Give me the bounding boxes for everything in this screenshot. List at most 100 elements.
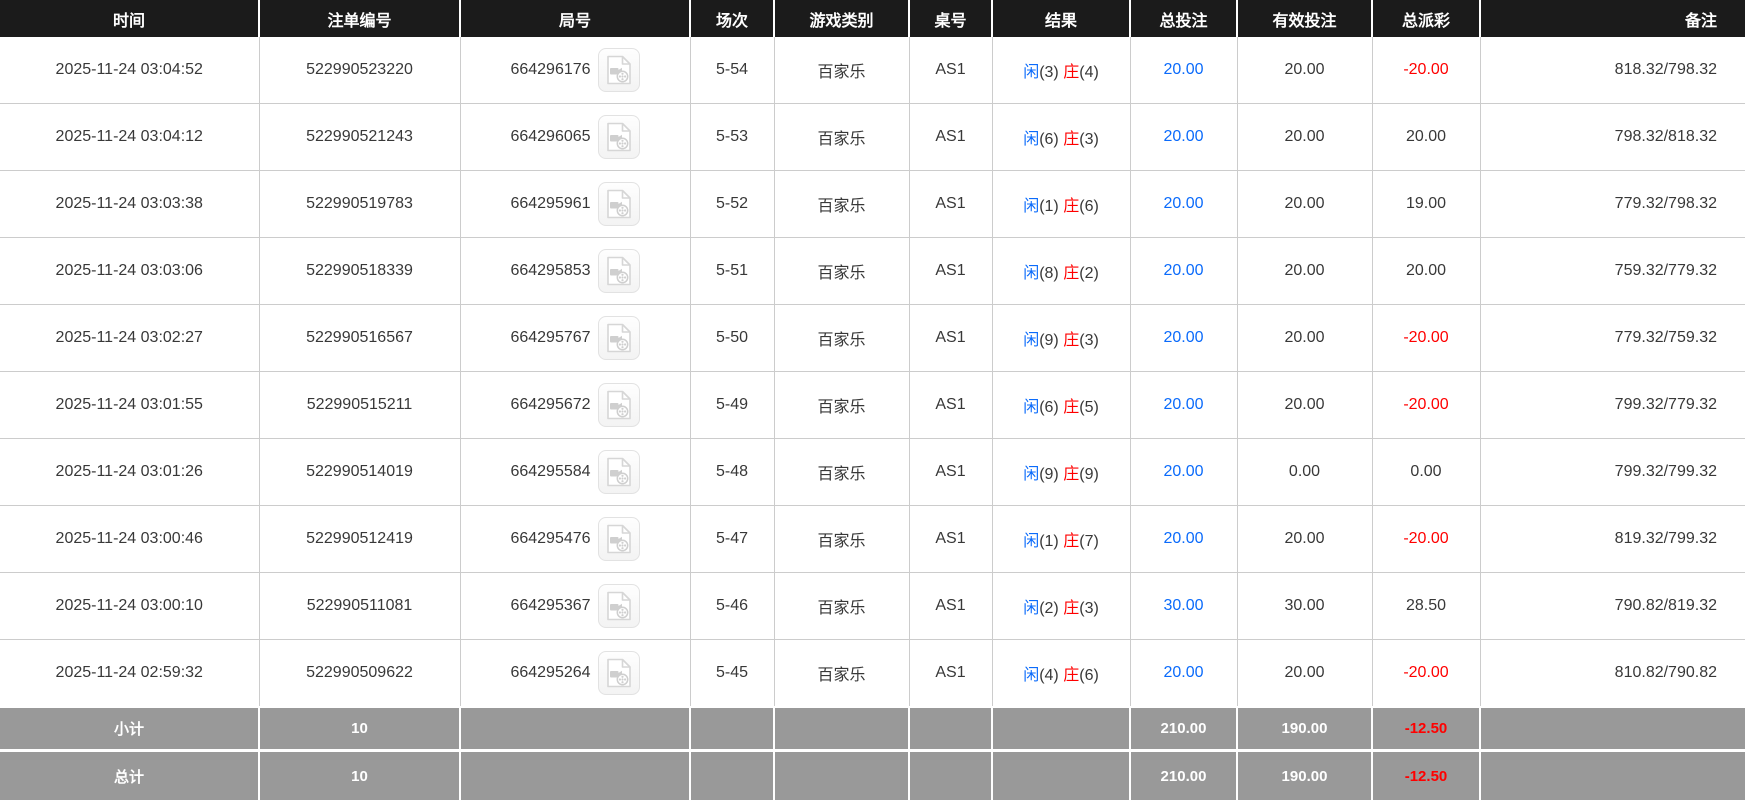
time-cell: 2025-11-24 03:00:46 (0, 506, 259, 573)
round-no-cell: 664295961 (460, 171, 690, 238)
video-replay-button[interactable] (598, 450, 640, 494)
table-row: 2025-11-24 03:00:46522990512419664295476… (0, 506, 1745, 573)
session-cell: 5-51 (690, 238, 774, 305)
video-replay-button[interactable] (598, 584, 640, 628)
time-cell: 2025-11-24 03:01:55 (0, 372, 259, 439)
round-no-wrap: 664295264 (510, 651, 639, 695)
bet-id-cell: 522990511081 (259, 573, 460, 640)
video-replay-icon (606, 256, 632, 286)
total-bet-cell: 20.00 (1130, 372, 1237, 439)
banker-result-label: 庄 (1063, 332, 1079, 349)
total-payout-cell: -20.00 (1372, 640, 1480, 708)
total-payout-cell: -20.00 (1372, 37, 1480, 104)
game-type-cell: 百家乐 (774, 573, 909, 640)
time-cell: 2025-11-24 02:59:32 (0, 640, 259, 708)
remark-cell: 799.32/779.32 (1480, 372, 1745, 439)
result-cell: 闲(1) 庄(6) (992, 171, 1130, 238)
session-cell: 5-46 (690, 573, 774, 640)
remark-cell: 790.82/819.32 (1480, 573, 1745, 640)
round-no-wrap: 664295961 (510, 182, 639, 226)
subtotal-valid-bet: 190.00 (1237, 707, 1372, 751)
table-no-cell: AS1 (909, 238, 992, 305)
total-empty-cell (1480, 751, 1745, 801)
total-count: 10 (259, 751, 460, 801)
game-type-cell: 百家乐 (774, 37, 909, 104)
player-result-value: (8) (1039, 265, 1059, 282)
valid-bet-cell: 30.00 (1237, 573, 1372, 640)
round-no-wrap: 664295476 (510, 517, 639, 561)
col-header-result: 结果 (992, 0, 1130, 37)
game-type-cell: 百家乐 (774, 640, 909, 708)
bet-id-cell: 522990521243 (259, 104, 460, 171)
round-no-cell: 664295672 (460, 372, 690, 439)
video-replay-button[interactable] (598, 383, 640, 427)
header-row: 时间注单编号局号场次游戏类别桌号结果总投注有效投注总派彩备注 (0, 0, 1745, 37)
subtotal-row: 小计 10 210.00 190.00 -12.50 (0, 707, 1745, 751)
video-replay-button[interactable] (598, 249, 640, 293)
remark-cell: 779.32/798.32 (1480, 171, 1745, 238)
player-result-value: (9) (1039, 332, 1059, 349)
result-cell: 闲(1) 庄(7) (992, 506, 1130, 573)
valid-bet-cell: 0.00 (1237, 439, 1372, 506)
time-cell: 2025-11-24 03:04:52 (0, 37, 259, 104)
round-no-wrap: 664296065 (510, 115, 639, 159)
player-result-value: (4) (1039, 667, 1059, 684)
table-no-cell: AS1 (909, 573, 992, 640)
game-type-cell: 百家乐 (774, 104, 909, 171)
round-no: 664295853 (510, 262, 590, 280)
total-payout-cell: -20.00 (1372, 305, 1480, 372)
video-replay-icon (606, 122, 632, 152)
video-replay-button[interactable] (598, 651, 640, 695)
banker-result-label: 庄 (1063, 64, 1079, 81)
bet-id-cell: 522990514019 (259, 439, 460, 506)
round-no-wrap: 664295367 (510, 584, 639, 628)
session-cell: 5-54 (690, 37, 774, 104)
round-no: 664295767 (510, 329, 590, 347)
table-row: 2025-11-24 03:04:12522990521243664296065… (0, 104, 1745, 171)
time-cell: 2025-11-24 03:00:10 (0, 573, 259, 640)
valid-bet-cell: 20.00 (1237, 305, 1372, 372)
player-result-value: (1) (1039, 533, 1059, 550)
round-no: 664295961 (510, 195, 590, 213)
time-cell: 2025-11-24 03:01:26 (0, 439, 259, 506)
subtotal-label: 小计 (0, 707, 259, 751)
player-result-label: 闲 (1023, 265, 1039, 282)
banker-result-value: (3) (1079, 600, 1099, 617)
banker-result-label: 庄 (1063, 131, 1079, 148)
banker-result-value: (3) (1079, 131, 1099, 148)
time-cell: 2025-11-24 03:02:27 (0, 305, 259, 372)
player-result-label: 闲 (1023, 667, 1039, 684)
table-no-cell: AS1 (909, 171, 992, 238)
round-no: 664295584 (510, 463, 590, 481)
round-no-cell: 664296176 (460, 37, 690, 104)
video-replay-button[interactable] (598, 182, 640, 226)
round-no-cell: 664295264 (460, 640, 690, 708)
table-row: 2025-11-24 03:03:06522990518339664295853… (0, 238, 1745, 305)
player-result-value: (9) (1039, 466, 1059, 483)
table-no-cell: AS1 (909, 104, 992, 171)
video-replay-button[interactable] (598, 316, 640, 360)
round-no: 664296065 (510, 128, 590, 146)
time-cell: 2025-11-24 03:03:38 (0, 171, 259, 238)
bet-id-cell: 522990518339 (259, 238, 460, 305)
round-no-cell: 664295853 (460, 238, 690, 305)
result-cell: 闲(9) 庄(9) (992, 439, 1130, 506)
game-type-cell: 百家乐 (774, 372, 909, 439)
valid-bet-cell: 20.00 (1237, 238, 1372, 305)
col-header-session: 场次 (690, 0, 774, 37)
table-row: 2025-11-24 02:59:32522990509622664295264… (0, 640, 1745, 708)
video-replay-icon (606, 658, 632, 688)
total-empty-cell (909, 751, 992, 801)
video-replay-button[interactable] (598, 48, 640, 92)
banker-result-label: 庄 (1063, 667, 1079, 684)
video-replay-button[interactable] (598, 115, 640, 159)
remark-cell: 799.32/799.32 (1480, 439, 1745, 506)
player-result-label: 闲 (1023, 533, 1039, 550)
result-cell: 闲(6) 庄(5) (992, 372, 1130, 439)
video-replay-button[interactable] (598, 517, 640, 561)
round-no-wrap: 664295767 (510, 316, 639, 360)
total-bet-cell: 20.00 (1130, 171, 1237, 238)
col-header-valid-bet: 有效投注 (1237, 0, 1372, 37)
table-row: 2025-11-24 03:01:26522990514019 664295584… (0, 439, 1745, 506)
total-payout-cell: 19.00 (1372, 171, 1480, 238)
